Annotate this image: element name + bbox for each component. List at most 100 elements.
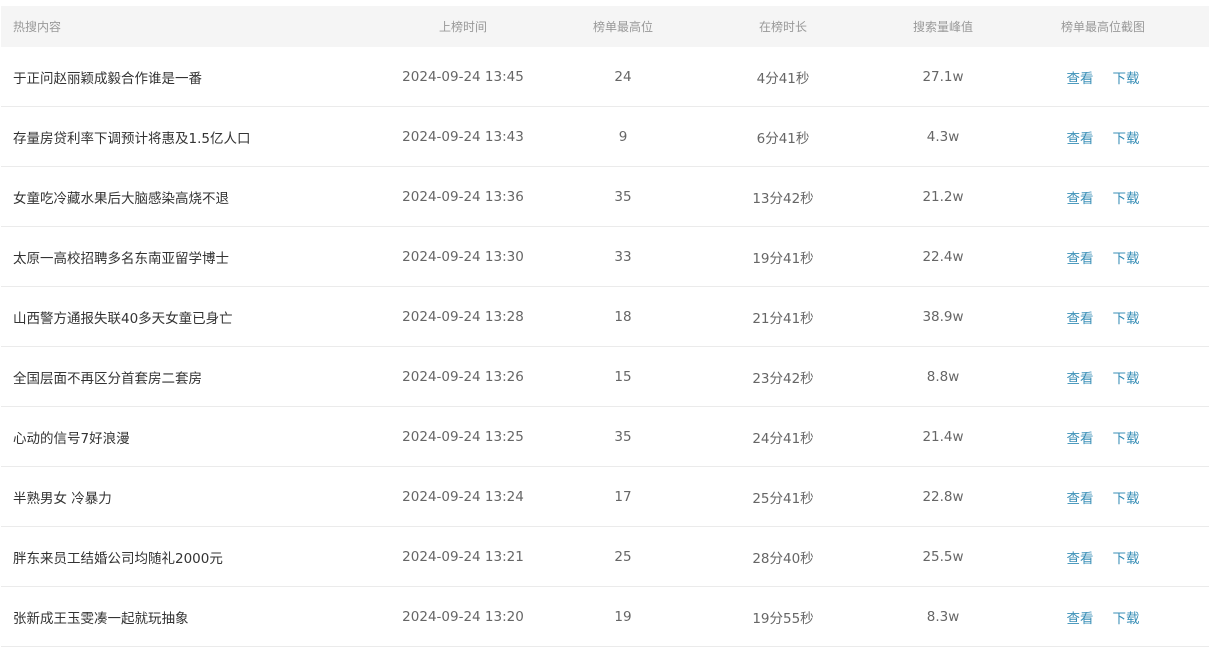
row-duration: 23分42秒	[673, 346, 893, 407]
row-duration: 19分55秒	[673, 586, 893, 647]
row-peak: 22.4w	[893, 226, 993, 287]
row-duration: 25分41秒	[673, 466, 893, 527]
row-time: 2024-09-24 13:24	[353, 466, 573, 527]
download-link[interactable]: 下载	[1113, 127, 1140, 147]
view-link[interactable]: 查看	[1067, 547, 1094, 567]
view-link[interactable]: 查看	[1067, 187, 1094, 207]
row-title: 于正问赵丽颖成毅合作谁是一番	[1, 47, 353, 107]
row-rank: 25	[573, 526, 673, 587]
row-title: 山西警方通报失联40多天女童已身亡	[1, 286, 353, 347]
download-link[interactable]: 下载	[1113, 307, 1140, 327]
row-peak: 8.8w	[893, 346, 993, 407]
download-link[interactable]: 下载	[1113, 427, 1140, 447]
row-title: 心动的信号7好浪漫	[1, 406, 353, 467]
row-peak: 38.9w	[893, 286, 993, 347]
table-row: 存量房贷利率下调预计将惠及1.5亿人口 2024-09-24 13:43 9 6…	[1, 106, 1209, 167]
row-actions: 查看 下载	[993, 106, 1209, 167]
header-time: 上榜时间	[353, 6, 573, 47]
row-time: 2024-09-24 13:36	[353, 166, 573, 227]
table-row: 半熟男女 冷暴力 2024-09-24 13:24 17 25分41秒 22.8…	[1, 466, 1209, 527]
row-duration: 21分41秒	[673, 286, 893, 347]
view-link[interactable]: 查看	[1067, 307, 1094, 327]
row-time: 2024-09-24 13:43	[353, 106, 573, 167]
row-time: 2024-09-24 13:26	[353, 346, 573, 407]
header-rank: 榜单最高位	[573, 6, 673, 47]
view-link[interactable]: 查看	[1067, 67, 1094, 87]
row-actions: 查看 下载	[993, 526, 1209, 587]
view-link[interactable]: 查看	[1067, 427, 1094, 447]
table-header: 热搜内容 上榜时间 榜单最高位 在榜时长 搜索量峰值 榜单最高位截图	[1, 6, 1209, 47]
header-duration: 在榜时长	[673, 6, 893, 47]
row-duration: 4分41秒	[673, 47, 893, 107]
row-peak: 25.5w	[893, 526, 993, 587]
row-time: 2024-09-24 13:30	[353, 226, 573, 287]
row-duration: 24分41秒	[673, 406, 893, 467]
row-rank: 33	[573, 226, 673, 287]
row-time: 2024-09-24 13:21	[353, 526, 573, 587]
hot-search-table: 热搜内容 上榜时间 榜单最高位 在榜时长 搜索量峰值 榜单最高位截图 于正问赵丽…	[1, 6, 1209, 647]
row-time: 2024-09-24 13:25	[353, 406, 573, 467]
row-actions: 查看 下载	[993, 406, 1209, 467]
row-rank: 19	[573, 586, 673, 647]
row-duration: 19分41秒	[673, 226, 893, 287]
row-time: 2024-09-24 13:20	[353, 586, 573, 647]
header-peak: 搜索量峰值	[893, 6, 993, 47]
row-rank: 35	[573, 166, 673, 227]
row-title: 半熟男女 冷暴力	[1, 466, 353, 527]
view-link[interactable]: 查看	[1067, 127, 1094, 147]
table-row: 山西警方通报失联40多天女童已身亡 2024-09-24 13:28 18 21…	[1, 286, 1209, 347]
table-row: 全国层面不再区分首套房二套房 2024-09-24 13:26 15 23分42…	[1, 346, 1209, 407]
table-row: 太原一高校招聘多名东南亚留学博士 2024-09-24 13:30 33 19分…	[1, 226, 1209, 287]
header-row: 热搜内容 上榜时间 榜单最高位 在榜时长 搜索量峰值 榜单最高位截图	[1, 6, 1209, 47]
download-link[interactable]: 下载	[1113, 187, 1140, 207]
download-link[interactable]: 下载	[1113, 547, 1140, 567]
row-rank: 24	[573, 47, 673, 107]
row-actions: 查看 下载	[993, 586, 1209, 647]
row-rank: 18	[573, 286, 673, 347]
row-actions: 查看 下载	[993, 226, 1209, 287]
row-title: 存量房贷利率下调预计将惠及1.5亿人口	[1, 106, 353, 167]
table-row: 胖东来员工结婚公司均随礼2000元 2024-09-24 13:21 25 28…	[1, 526, 1209, 587]
table-row: 心动的信号7好浪漫 2024-09-24 13:25 35 24分41秒 21.…	[1, 406, 1209, 467]
row-actions: 查看 下载	[993, 166, 1209, 227]
view-link[interactable]: 查看	[1067, 247, 1094, 267]
row-time: 2024-09-24 13:28	[353, 286, 573, 347]
row-time: 2024-09-24 13:45	[353, 47, 573, 107]
download-link[interactable]: 下载	[1113, 367, 1140, 387]
row-duration: 6分41秒	[673, 106, 893, 167]
row-duration: 13分42秒	[673, 166, 893, 227]
row-peak: 4.3w	[893, 106, 993, 167]
row-title: 太原一高校招聘多名东南亚留学博士	[1, 226, 353, 287]
row-actions: 查看 下载	[993, 47, 1209, 107]
download-link[interactable]: 下载	[1113, 247, 1140, 267]
row-rank: 17	[573, 466, 673, 527]
table-row: 于正问赵丽颖成毅合作谁是一番 2024-09-24 13:45 24 4分41秒…	[1, 47, 1209, 107]
view-link[interactable]: 查看	[1067, 607, 1094, 627]
row-actions: 查看 下载	[993, 286, 1209, 347]
row-rank: 35	[573, 406, 673, 467]
row-rank: 15	[573, 346, 673, 407]
download-link[interactable]: 下载	[1113, 67, 1140, 87]
row-peak: 21.2w	[893, 166, 993, 227]
row-actions: 查看 下载	[993, 346, 1209, 407]
download-link[interactable]: 下载	[1113, 487, 1140, 507]
row-duration: 28分40秒	[673, 526, 893, 587]
row-title: 张新成王玉雯凑一起就玩抽象	[1, 586, 353, 647]
row-peak: 22.8w	[893, 466, 993, 527]
row-actions: 查看 下载	[993, 466, 1209, 527]
view-link[interactable]: 查看	[1067, 487, 1094, 507]
row-peak: 8.3w	[893, 586, 993, 647]
row-title: 胖东来员工结婚公司均随礼2000元	[1, 526, 353, 587]
header-screenshot: 榜单最高位截图	[993, 6, 1209, 47]
download-link[interactable]: 下载	[1113, 607, 1140, 627]
view-link[interactable]: 查看	[1067, 367, 1094, 387]
row-title: 全国层面不再区分首套房二套房	[1, 346, 353, 407]
row-peak: 27.1w	[893, 47, 993, 107]
table-body: 于正问赵丽颖成毅合作谁是一番 2024-09-24 13:45 24 4分41秒…	[1, 47, 1209, 647]
table-row: 女童吃冷藏水果后大脑感染高烧不退 2024-09-24 13:36 35 13分…	[1, 166, 1209, 227]
header-title: 热搜内容	[1, 6, 353, 47]
row-rank: 9	[573, 106, 673, 167]
table-row: 张新成王玉雯凑一起就玩抽象 2024-09-24 13:20 19 19分55秒…	[1, 586, 1209, 647]
row-peak: 21.4w	[893, 406, 993, 467]
row-title: 女童吃冷藏水果后大脑感染高烧不退	[1, 166, 353, 227]
